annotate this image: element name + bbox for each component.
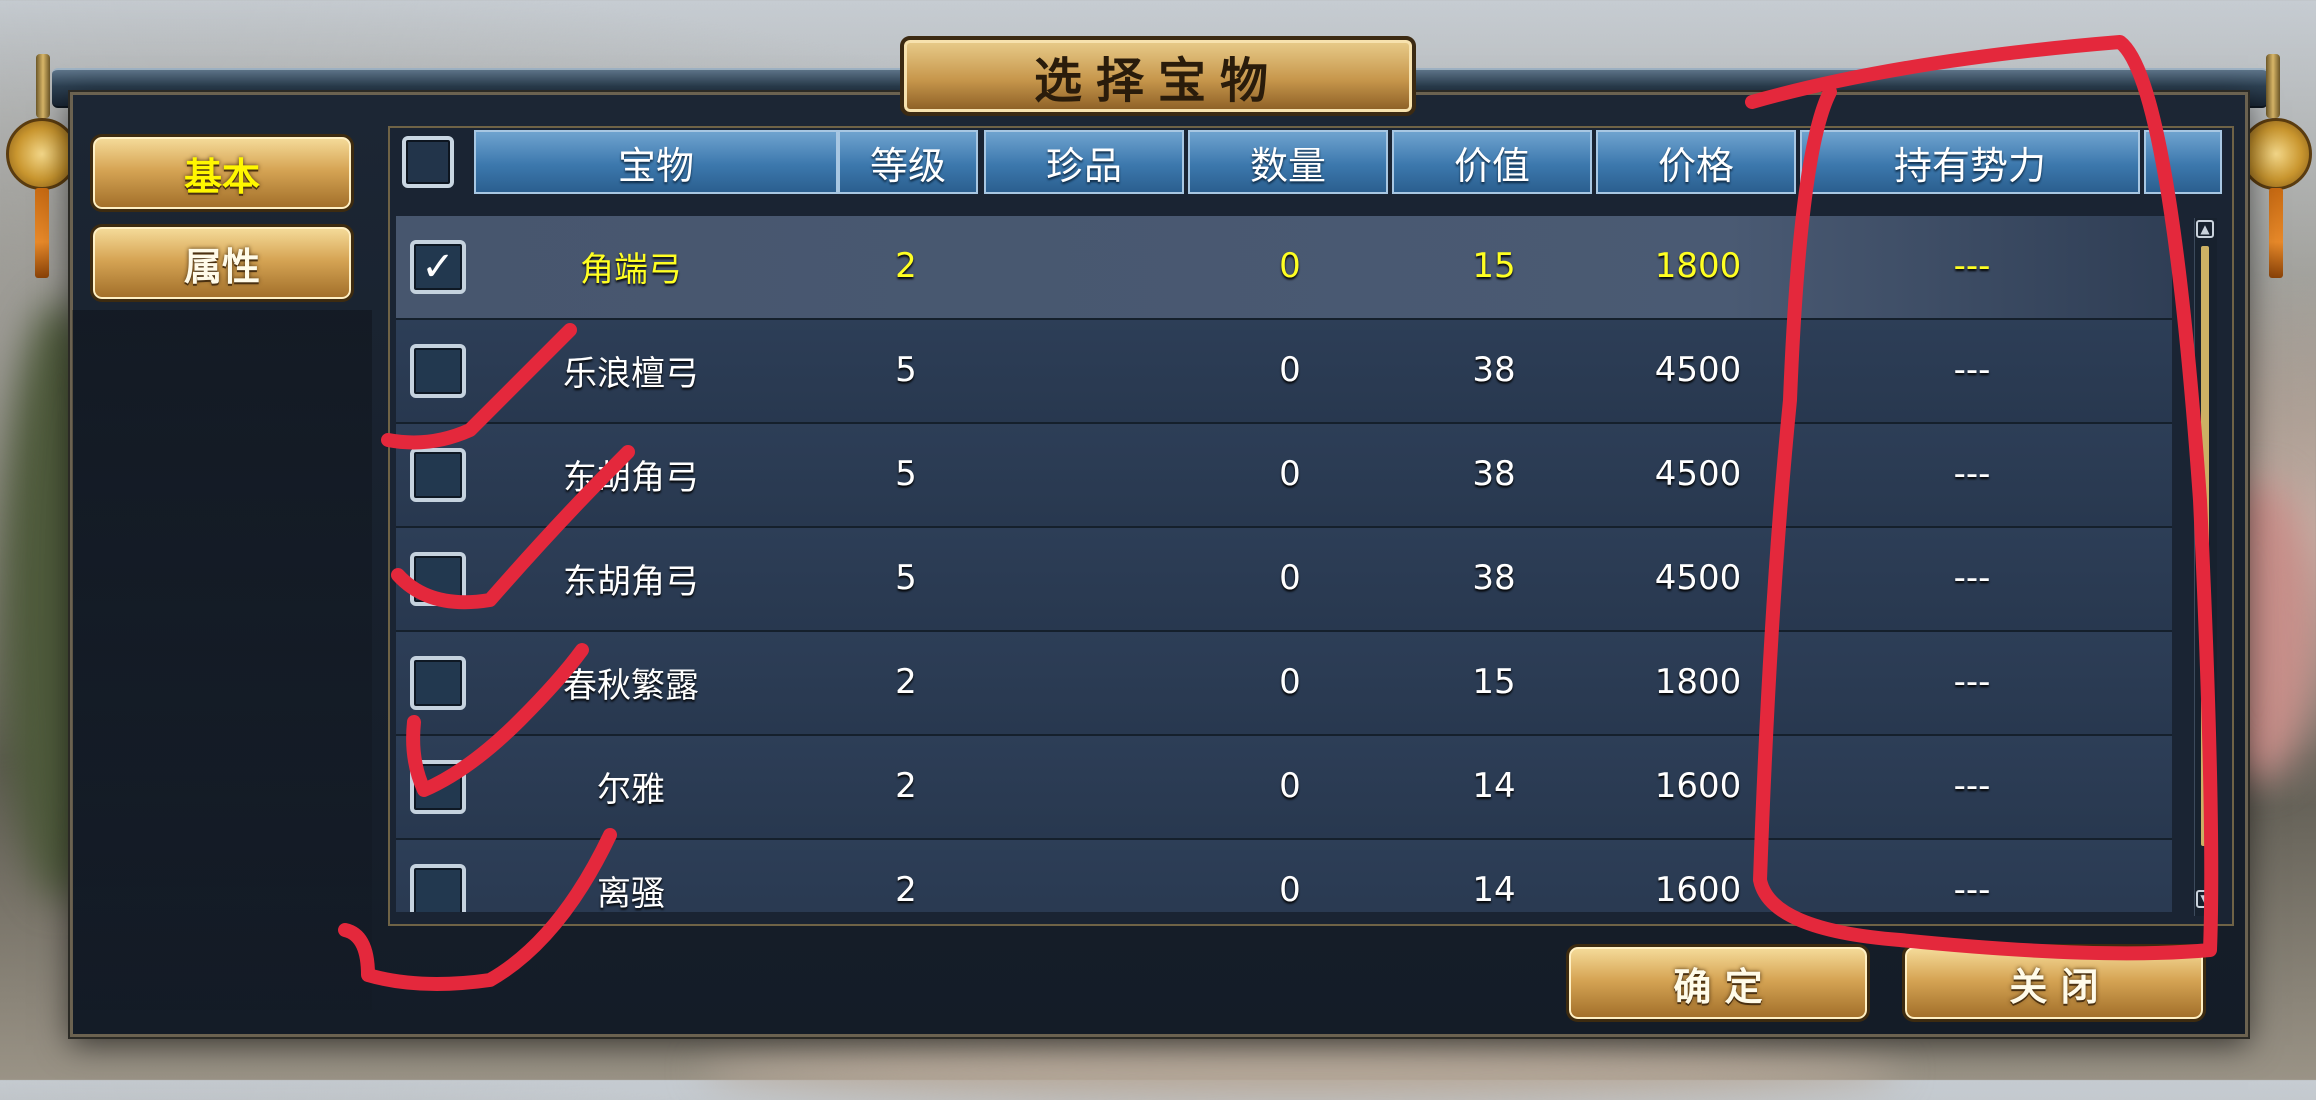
red-annotation-overlay — [338, 35, 2219, 991]
annotation-checkmark-3 — [406, 643, 589, 797]
annotation-checkmark-4 — [338, 828, 617, 991]
annotation-checkmark-1 — [381, 323, 577, 450]
annotation-checkmark-2 — [391, 445, 635, 610]
annotation-loop — [1745, 35, 2219, 961]
